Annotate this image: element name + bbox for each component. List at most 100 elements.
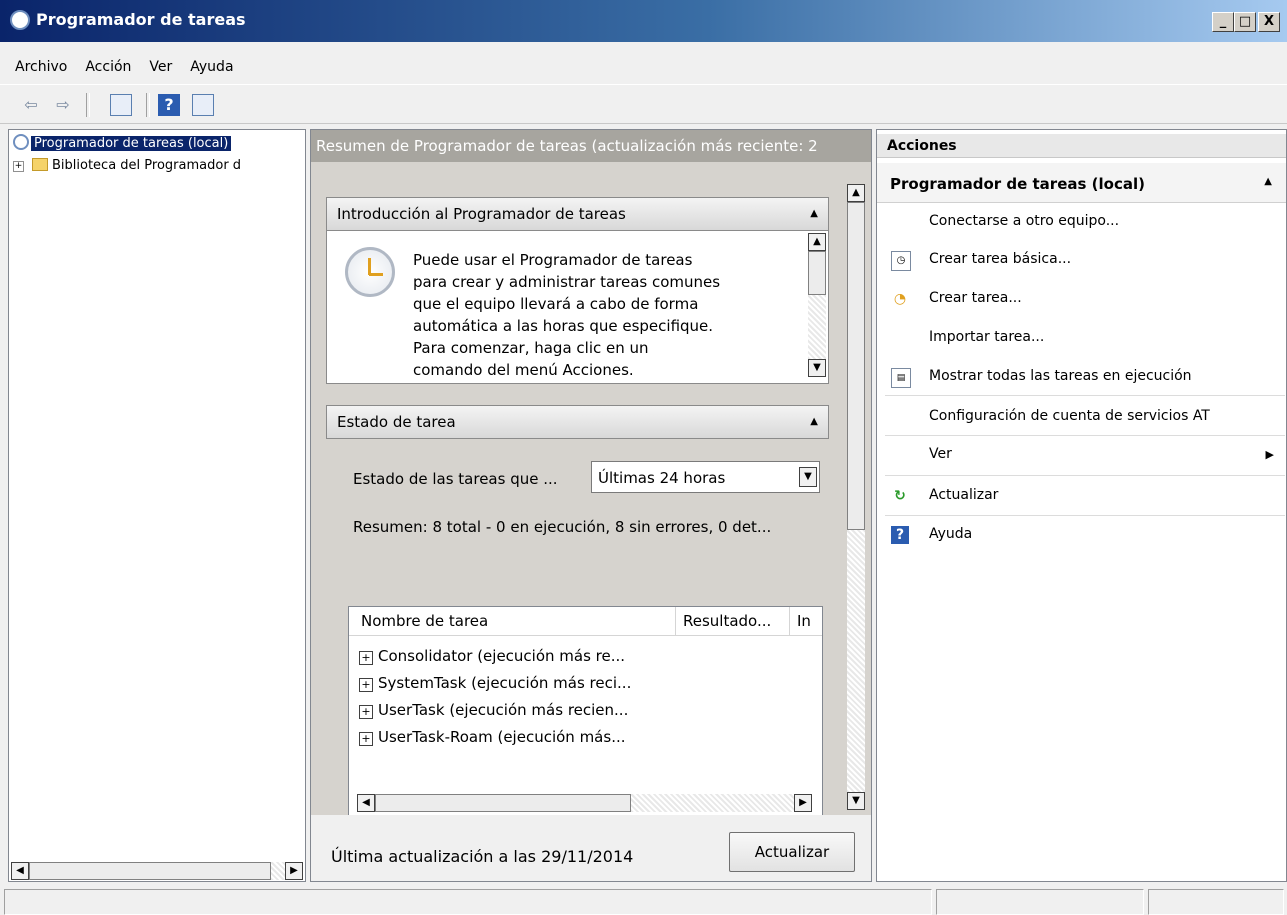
intro-title: Introducción al Programador de tareas — [337, 205, 626, 223]
folder-clock-icon — [32, 158, 48, 171]
intro-line: automática a las horas que especifique. — [413, 317, 714, 335]
task-summary: Resumen: 8 total - 0 en ejecución, 8 sin… — [353, 518, 772, 536]
intro-line: comando del menú Acciones. — [413, 361, 634, 379]
show-hide-tree-icon[interactable] — [110, 94, 132, 116]
divider — [885, 395, 1285, 396]
action-refresh[interactable]: Actualizar — [929, 487, 998, 503]
table-row[interactable]: + UserTask (ejecución más recien... — [359, 697, 631, 724]
refresh-button[interactable]: Actualizar — [729, 832, 855, 872]
last-update-text: Última actualización a las 29/11/2014 — [331, 847, 634, 866]
status-bar — [0, 887, 1287, 915]
vertical-scroll-thumb[interactable] — [847, 202, 865, 530]
vertical-scroll-track[interactable] — [808, 295, 826, 359]
action-connect-computer[interactable]: Conectarse a otro equipo... — [929, 213, 1119, 229]
task-clock-icon: ◔ — [893, 291, 907, 307]
horizontal-scroll-thumb[interactable] — [375, 794, 631, 812]
intro-text: Puede usar el Programador de tareas para… — [413, 249, 803, 381]
column-header-result[interactable]: Resultado... — [683, 612, 771, 630]
time-filter-value: Últimas 24 horas — [598, 469, 726, 487]
tree-item-root[interactable]: Programador de tareas (local) — [13, 134, 232, 151]
table-row[interactable]: + Consolidator (ejecución más re... — [359, 643, 631, 670]
collapse-icon[interactable]: ▲ — [810, 198, 818, 230]
navigation-tree[interactable]: Programador de tareas (local) + Bibliotec… — [8, 129, 306, 882]
action-help[interactable]: Ayuda — [929, 526, 972, 542]
vertical-scroll-thumb[interactable] — [808, 251, 826, 295]
action-create-basic-task[interactable]: Crear tarea básica... — [929, 251, 1071, 267]
maximize-button[interactable]: □ — [1234, 12, 1256, 32]
action-view-menu[interactable]: Ver — [929, 446, 952, 462]
table-row[interactable]: + SystemTask (ejecución más reci... — [359, 670, 631, 697]
title-bar[interactable]: Programador de tareas _ □ X — [0, 0, 1287, 42]
tree-library-label[interactable]: Biblioteca del Programador d — [52, 158, 241, 173]
calendar-clock-icon: ◷ — [891, 251, 911, 271]
status-title: Estado de tarea — [337, 413, 456, 431]
chevron-down-icon[interactable]: ▼ — [799, 467, 817, 487]
show-hide-action-pane-icon[interactable] — [192, 94, 214, 116]
status-cell — [4, 889, 932, 915]
vertical-scroll-track[interactable] — [847, 530, 865, 792]
action-import-task[interactable]: Importar tarea... — [929, 329, 1044, 345]
tree-root-label[interactable]: Programador de tareas (local) — [31, 136, 232, 151]
action-show-running-tasks[interactable]: Mostrar todas las tareas en ejecución — [929, 368, 1192, 384]
summary-footer: Última actualización a las 29/11/2014 Ac… — [311, 815, 871, 881]
actions-title: Acciones — [877, 134, 1286, 158]
clock-icon — [345, 247, 395, 297]
status-cell — [1148, 889, 1284, 915]
column-header-name[interactable]: Nombre de tarea — [361, 612, 488, 630]
scroll-right-button[interactable]: ▶ — [794, 794, 812, 812]
scroll-down-button[interactable]: ▼ — [847, 792, 865, 810]
row-label: Consolidator (ejecución más re... — [378, 647, 626, 665]
collapse-icon[interactable]: ▲ — [810, 406, 818, 438]
scroll-up-button[interactable]: ▲ — [847, 184, 865, 202]
action-at-service-account[interactable]: Configuración de cuenta de servicios AT — [929, 408, 1210, 424]
menu-ayuda[interactable]: Ayuda — [181, 52, 242, 82]
column-header-start[interactable]: In — [797, 612, 811, 630]
toolbar-separator — [86, 93, 90, 117]
table-header: Nombre de tarea Resultado... In — [349, 607, 822, 636]
close-button[interactable]: X — [1258, 12, 1280, 32]
row-label: UserTask-Roam (ejecución más... — [378, 728, 626, 746]
horizontal-scroll-thumb[interactable] — [29, 862, 271, 880]
scroll-left-button[interactable]: ◀ — [357, 794, 375, 812]
intro-line: que el equipo llevará a cabo de forma — [413, 295, 699, 313]
intro-line: Para comenzar, haga clic en un — [413, 339, 649, 357]
minimize-button[interactable]: _ — [1212, 12, 1234, 32]
time-filter-select[interactable]: Últimas 24 horas ▼ — [591, 461, 820, 493]
action-create-task[interactable]: Crear tarea... — [929, 290, 1022, 306]
tree-item-library[interactable]: + Biblioteca del Programador d — [13, 158, 241, 173]
toolbar-separator — [146, 93, 150, 117]
help-icon[interactable]: ? — [158, 94, 180, 116]
expand-icon[interactable]: + — [359, 678, 373, 692]
expand-icon[interactable]: + — [359, 732, 373, 746]
help-icon: ? — [891, 526, 909, 544]
scroll-up-button[interactable]: ▲ — [808, 233, 826, 251]
collapse-icon[interactable]: ▲ — [1264, 176, 1272, 187]
divider — [885, 515, 1285, 516]
intro-section-header[interactable]: Introducción al Programador de tareas ▲ — [326, 197, 829, 231]
intro-line: para crear y administrar tareas comunes — [413, 273, 721, 291]
divider — [885, 435, 1285, 436]
row-label: UserTask (ejecución más recien... — [378, 701, 629, 719]
back-arrow-icon[interactable]: ⇦ — [20, 94, 42, 116]
menu-ver[interactable]: Ver — [140, 52, 181, 82]
actions-section-header[interactable]: Programador de tareas (local) ▲ — [877, 163, 1286, 203]
table-row[interactable]: + UserTask-Roam (ejecución más... — [359, 724, 631, 751]
row-label: SystemTask (ejecución más reci... — [378, 674, 632, 692]
menu-accion[interactable]: Acción — [76, 52, 140, 82]
expand-icon[interactable]: + — [359, 651, 373, 665]
menu-archivo[interactable]: Archivo — [6, 52, 76, 82]
summary-header: Resumen de Programador de tareas (actual… — [311, 130, 871, 162]
scroll-left-button[interactable]: ◀ — [11, 862, 29, 880]
scroll-right-button[interactable]: ▶ — [285, 862, 303, 880]
expand-icon[interactable]: + — [13, 161, 24, 172]
status-section-header[interactable]: Estado de tarea ▲ — [326, 405, 829, 439]
submenu-arrow-icon[interactable]: ▶ — [1266, 448, 1274, 461]
expand-icon[interactable]: + — [359, 705, 373, 719]
menu-bar: Archivo Acción Ver Ayuda — [0, 52, 1287, 82]
scroll-down-button[interactable]: ▼ — [808, 359, 826, 377]
forward-arrow-icon[interactable]: ⇨ — [52, 94, 74, 116]
task-table: Nombre de tarea Resultado... In + Consoli… — [348, 606, 823, 816]
table-body: + Consolidator (ejecución más re... + Syst… — [359, 643, 631, 751]
horizontal-scroll-track[interactable] — [271, 862, 285, 880]
horizontal-scroll-track[interactable] — [631, 794, 794, 812]
